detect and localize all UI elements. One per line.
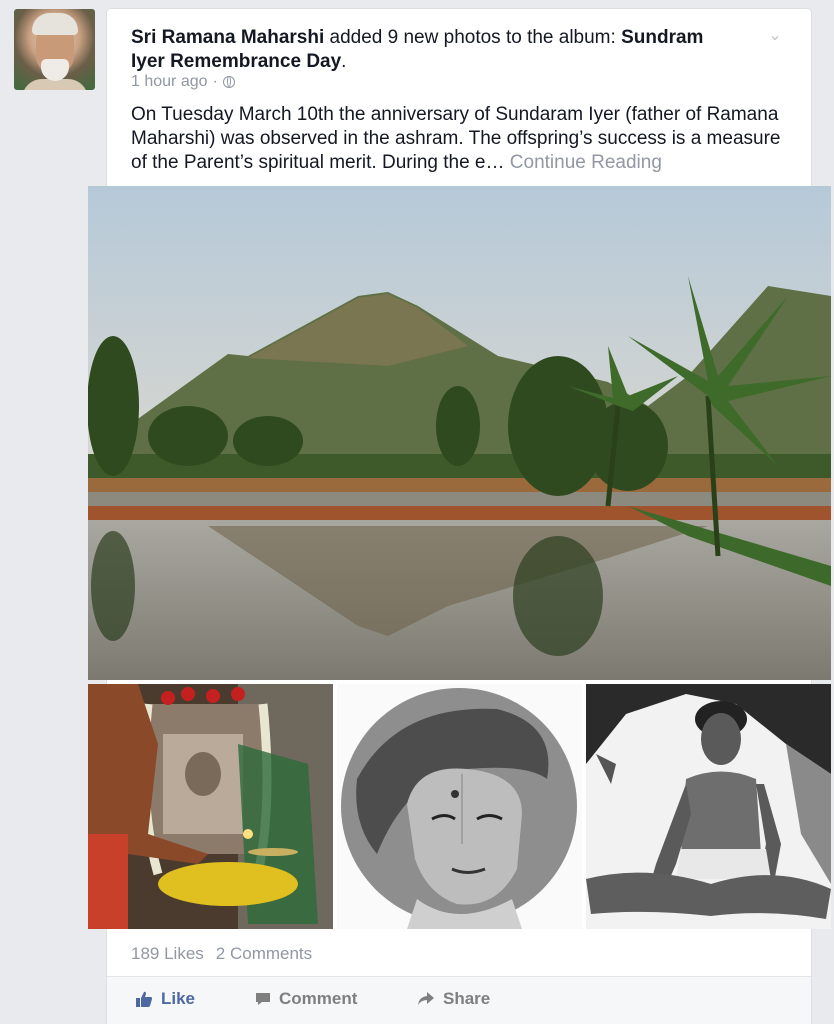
post-timestamp[interactable]: 1 hour ago bbox=[131, 73, 208, 91]
chevron-down-icon[interactable]: ⌄ bbox=[765, 28, 785, 44]
continue-reading-link[interactable]: Continue Reading bbox=[510, 152, 662, 173]
meta-separator: · bbox=[212, 73, 218, 90]
post-body: On Tuesday March 10th the anniversary of… bbox=[131, 103, 791, 175]
share-button[interactable]: Share bbox=[417, 989, 490, 1009]
share-label: Share bbox=[443, 989, 491, 1008]
young-seated-illustration bbox=[586, 684, 831, 929]
headline-action-text: added 9 new photos to the album: bbox=[324, 27, 622, 48]
landscape-illustration bbox=[88, 186, 831, 680]
offering-illustration bbox=[88, 684, 333, 929]
comment-bubble-icon bbox=[256, 993, 270, 1005]
photo-offering[interactable] bbox=[88, 684, 333, 929]
engagement-counts: 189 Likes 2 Comments bbox=[131, 944, 312, 964]
avatar-beard bbox=[41, 59, 69, 81]
thumbs-up-icon bbox=[136, 991, 153, 1007]
comments-count[interactable]: 2 Comments bbox=[216, 944, 312, 964]
like-button[interactable]: Like bbox=[135, 989, 195, 1009]
globe-icon[interactable] bbox=[222, 76, 235, 88]
share-arrow-icon bbox=[418, 992, 434, 1005]
likes-count[interactable]: 189 Likes bbox=[131, 944, 204, 964]
headline-period: . bbox=[341, 51, 347, 72]
like-label: Like bbox=[161, 989, 196, 1008]
author-name-link[interactable]: Sri Ramana Maharshi bbox=[131, 27, 324, 48]
photo-young-seated[interactable] bbox=[586, 684, 831, 929]
action-bar: Like Comment Share bbox=[107, 977, 811, 1024]
post-headline: Sri Ramana Maharshi added 9 new photos t… bbox=[131, 26, 741, 74]
photo-portrait-sketch[interactable] bbox=[337, 684, 582, 929]
comment-label: Comment bbox=[279, 989, 358, 1008]
post-meta: 1 hour ago · bbox=[131, 73, 235, 91]
post-body-text: On Tuesday March 10th the anniversary of… bbox=[131, 104, 781, 173]
photo-main-landscape[interactable] bbox=[88, 186, 831, 680]
portrait-sketch-illustration bbox=[337, 684, 582, 929]
author-avatar[interactable] bbox=[14, 9, 95, 90]
avatar-hair bbox=[32, 13, 78, 35]
comment-button[interactable]: Comment bbox=[255, 989, 357, 1009]
